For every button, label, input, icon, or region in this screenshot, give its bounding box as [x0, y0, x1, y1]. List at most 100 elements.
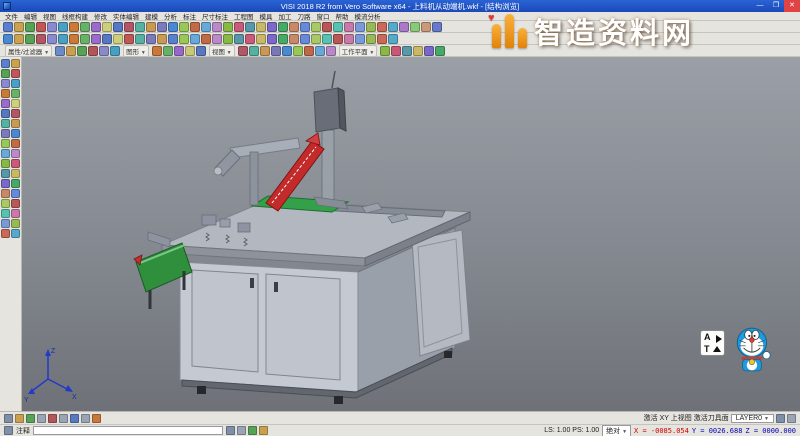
tool-icon[interactable]	[201, 34, 211, 44]
menu-item[interactable]: 尺寸标注	[199, 11, 231, 21]
viewport-3d[interactable]: Z X Y	[22, 57, 800, 411]
tool-icon[interactable]	[366, 22, 376, 32]
tool-icon[interactable]	[14, 22, 24, 32]
door-handle[interactable]	[274, 282, 278, 292]
tool-icon[interactable]	[1, 219, 10, 228]
tool-icon[interactable]	[146, 34, 156, 44]
tool-icon[interactable]	[300, 34, 310, 44]
status-icon[interactable]	[226, 426, 235, 435]
tool-icon[interactable]	[300, 22, 310, 32]
tool-icon[interactable]	[377, 22, 387, 32]
tool-icon[interactable]	[80, 34, 90, 44]
menu-item[interactable]: 模具	[257, 11, 276, 21]
tool-icon[interactable]	[326, 46, 336, 56]
top-arm[interactable]	[230, 138, 300, 158]
tool-icon[interactable]	[293, 46, 303, 56]
group-label-views[interactable]: 视图 ▼	[209, 45, 235, 57]
tool-icon[interactable]	[212, 34, 222, 44]
tool-icon[interactable]	[391, 46, 401, 56]
status-icon[interactable]	[248, 426, 257, 435]
tool-icon[interactable]	[1, 179, 10, 188]
tool-icon[interactable]	[25, 34, 35, 44]
tool-icon[interactable]	[168, 22, 178, 32]
tool-icon[interactable]	[179, 22, 189, 32]
door-handle[interactable]	[250, 278, 254, 288]
active-view-label[interactable]: 激活 XY 上视图	[644, 413, 692, 423]
status-icon[interactable]	[15, 414, 24, 423]
tool-icon[interactable]	[58, 22, 68, 32]
tool-icon[interactable]	[1, 109, 10, 118]
tool-icon[interactable]	[1, 69, 10, 78]
tool-icon[interactable]	[355, 22, 365, 32]
tool-icon[interactable]	[1, 59, 10, 68]
tool-icon[interactable]	[201, 22, 211, 32]
tool-icon[interactable]	[11, 69, 20, 78]
tool-icon[interactable]	[47, 22, 57, 32]
status-icon[interactable]	[70, 414, 79, 423]
tool-icon[interactable]	[410, 22, 420, 32]
tool-icon[interactable]	[304, 46, 314, 56]
tool-icon[interactable]	[1, 129, 10, 138]
tool-icon[interactable]	[113, 22, 123, 32]
tool-icon[interactable]	[69, 34, 79, 44]
tool-icon[interactable]	[289, 34, 299, 44]
minimize-button[interactable]: —	[752, 0, 768, 12]
active-plane-label[interactable]: 激活刀具面	[694, 413, 729, 423]
tool-icon[interactable]	[152, 46, 162, 56]
tool-icon[interactable]	[1, 189, 10, 198]
tool-icon[interactable]	[322, 34, 332, 44]
tool-icon[interactable]	[11, 99, 20, 108]
machine-model[interactable]	[134, 71, 470, 404]
tool-icon[interactable]	[11, 59, 20, 68]
tool-icon[interactable]	[11, 139, 20, 148]
tool-icon[interactable]	[421, 22, 431, 32]
tool-icon[interactable]	[311, 22, 321, 32]
tool-icon[interactable]	[58, 34, 68, 44]
tool-icon[interactable]	[185, 46, 195, 56]
tool-icon[interactable]	[315, 46, 325, 56]
menu-item[interactable]: 刀路	[295, 11, 314, 21]
menu-item[interactable]: 加工	[276, 11, 295, 21]
tool-icon[interactable]	[1, 149, 10, 158]
tool-icon[interactable]	[135, 22, 145, 32]
tool-icon[interactable]	[124, 34, 134, 44]
tool-icon[interactable]	[333, 34, 343, 44]
status-icon[interactable]	[776, 414, 785, 423]
menu-item[interactable]: 标注	[180, 11, 199, 21]
tool-icon[interactable]	[388, 22, 398, 32]
tool-icon[interactable]	[135, 34, 145, 44]
status-icon[interactable]	[81, 414, 90, 423]
tool-icon[interactable]	[355, 34, 365, 44]
status-icon[interactable]	[59, 414, 68, 423]
tool-icon[interactable]	[234, 22, 244, 32]
tool-icon[interactable]	[113, 34, 123, 44]
tool-icon[interactable]	[212, 22, 222, 32]
menu-item[interactable]: 实体编辑	[110, 11, 142, 21]
tool-icon[interactable]	[1, 139, 10, 148]
tool-icon[interactable]	[11, 209, 20, 218]
tool-icon[interactable]	[1, 229, 10, 238]
tool-icon[interactable]	[388, 34, 398, 44]
menu-item[interactable]: 视图	[40, 11, 59, 21]
tool-icon[interactable]	[55, 46, 65, 56]
close-button[interactable]: ✕	[784, 0, 800, 12]
tool-icon[interactable]	[267, 34, 277, 44]
tool-icon[interactable]	[223, 34, 233, 44]
tool-icon[interactable]	[11, 229, 20, 238]
tool-icon[interactable]	[245, 22, 255, 32]
tool-icon[interactable]	[80, 22, 90, 32]
tool-icon[interactable]	[245, 34, 255, 44]
tool-icon[interactable]	[3, 22, 13, 32]
tool-icon[interactable]	[366, 34, 376, 44]
tool-icon[interactable]	[377, 34, 387, 44]
tool-icon[interactable]	[249, 46, 259, 56]
tool-icon[interactable]	[11, 119, 20, 128]
tool-icon[interactable]	[66, 46, 76, 56]
menu-item[interactable]: 线框构建	[59, 11, 91, 21]
tool-icon[interactable]	[256, 22, 266, 32]
menu-item[interactable]: 文件	[2, 11, 21, 21]
note-input[interactable]	[33, 426, 223, 435]
status-icon[interactable]	[259, 426, 268, 435]
tool-icon[interactable]	[260, 46, 270, 56]
tool-icon[interactable]	[223, 22, 233, 32]
